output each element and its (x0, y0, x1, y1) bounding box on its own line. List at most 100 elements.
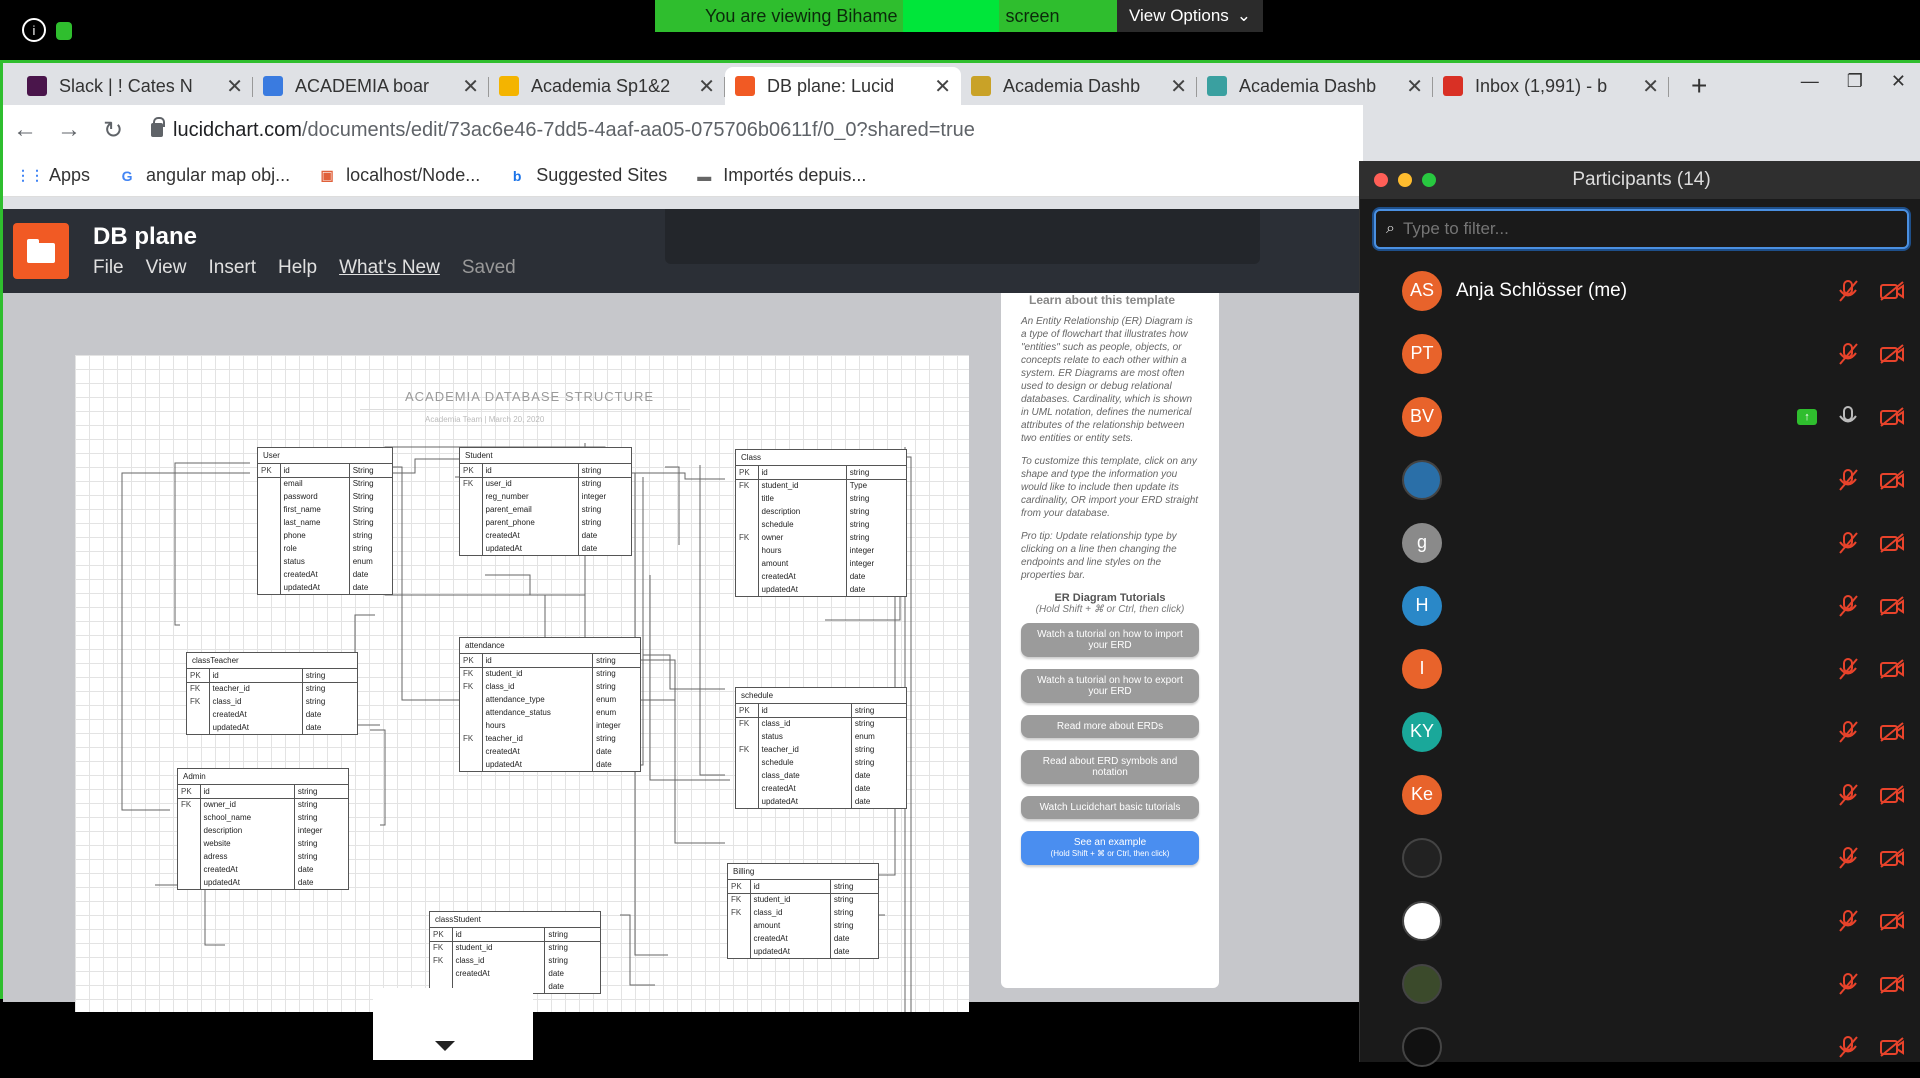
video-off-icon[interactable] (1879, 656, 1905, 682)
entity-row[interactable]: FK student_id string (728, 893, 878, 906)
forward-icon[interactable]: → (47, 116, 91, 144)
entity-row[interactable]: first_name String (258, 503, 392, 516)
entity-row[interactable]: adress string (178, 850, 348, 863)
video-off-icon[interactable] (1879, 593, 1905, 619)
close-tab-icon[interactable]: ✕ (462, 74, 479, 99)
mic-muted-icon[interactable] (1835, 656, 1861, 682)
see-example-button[interactable]: See an example (Hold Shift + ⌘ or Ctrl, … (1021, 831, 1199, 865)
participants-search[interactable]: ⌕ (1374, 209, 1909, 249)
entity-row[interactable]: status enum (736, 730, 906, 743)
import-tutorial-button[interactable]: Watch a tutorial on how to import your E… (1021, 623, 1199, 657)
entity-schedule[interactable]: schedule PK id string FK class_id string status… (735, 687, 907, 809)
participant-row[interactable] (1402, 826, 1920, 889)
entity-row[interactable]: FK student_id string (430, 941, 600, 954)
mic-muted-icon[interactable] (1835, 971, 1861, 997)
mic-muted-icon[interactable] (1835, 845, 1861, 871)
mic-icon[interactable] (1835, 404, 1861, 430)
entity-row[interactable]: FK student_id string (460, 667, 640, 680)
participant-row[interactable]: Ke (1402, 763, 1920, 826)
entity-row[interactable]: updatedAt date (460, 758, 640, 771)
mic-muted-icon[interactable] (1835, 278, 1861, 304)
entity-row[interactable]: hours integer (460, 719, 640, 732)
bookmark-item[interactable]: ▣ localhost/Node... (318, 165, 481, 186)
close-tab-icon[interactable]: ✕ (1642, 74, 1659, 99)
entity-row[interactable]: createdAt date (258, 568, 392, 581)
restore-icon[interactable]: ❐ (1847, 71, 1863, 92)
mic-muted-icon[interactable] (1835, 467, 1861, 493)
video-off-icon[interactable] (1879, 341, 1905, 367)
entity-row[interactable]: createdAt date (736, 782, 906, 795)
entity-row[interactable]: school_name string (178, 811, 348, 824)
entity-row[interactable]: FK owner string (736, 531, 906, 544)
entity-row[interactable]: PK id string (178, 785, 348, 799)
back-icon[interactable]: ← (3, 116, 47, 144)
entity-row[interactable]: hours integer (736, 544, 906, 557)
video-off-icon[interactable] (1879, 971, 1905, 997)
entity-row[interactable]: title string (736, 492, 906, 505)
entity-row[interactable]: FK teacher_id string (460, 732, 640, 745)
entity-row[interactable]: FK user_id string (460, 477, 631, 490)
entity-row[interactable]: amount integer (736, 557, 906, 570)
participant-row[interactable]: PT (1402, 322, 1920, 385)
video-off-icon[interactable] (1879, 467, 1905, 493)
entity-row[interactable]: description integer (178, 824, 348, 837)
video-off-icon[interactable] (1879, 782, 1905, 808)
diagram-page[interactable]: ACADEMIA DATABASE STRUCTURE Academia Tea… (75, 355, 969, 1060)
lock-icon[interactable] (151, 117, 165, 137)
mic-muted-icon[interactable] (1835, 530, 1861, 556)
entity-row[interactable]: FK owner_id string (178, 798, 348, 811)
menu-file[interactable]: File (93, 257, 124, 279)
entity-row[interactable]: parent_email string (460, 503, 631, 516)
entity-row[interactable]: PK id string (460, 654, 640, 668)
participant-filter-input[interactable] (1402, 219, 1783, 239)
browser-tab[interactable]: Academia Dashb ✕ (1197, 67, 1433, 105)
participant-row[interactable] (1402, 1015, 1920, 1078)
entity-row[interactable]: updatedAt date (736, 795, 906, 808)
bookmark-item[interactable]: b Suggested Sites (508, 165, 667, 186)
entity-classstudent[interactable]: classStudent PK id string FK student_id string… (429, 911, 601, 994)
participant-row[interactable]: H (1402, 574, 1920, 637)
browser-tab[interactable]: Slack | ! Cates N ✕ (17, 67, 253, 105)
entity-row[interactable]: attendance_type enum (460, 693, 640, 706)
browser-tab[interactable]: Inbox (1,991) - b ✕ (1433, 67, 1669, 105)
entity-row[interactable]: website string (178, 837, 348, 850)
entity-row[interactable]: FK student_id Type (736, 479, 906, 492)
new-tab-button[interactable]: + (1669, 67, 1729, 105)
entity-class[interactable]: Class PK id string FK student_id Type title stri… (735, 449, 907, 597)
entity-row[interactable]: last_name String (258, 516, 392, 529)
export-tutorial-button[interactable]: Watch a tutorial on how to export your E… (1021, 669, 1199, 703)
bookmark-item[interactable]: ⋮⋮ Apps (16, 165, 90, 186)
reload-icon[interactable]: ↻ (91, 116, 135, 145)
entity-row[interactable]: FK class_id string (430, 954, 600, 967)
entity-user[interactable]: User PK id String email String password String f… (257, 447, 393, 595)
entity-row[interactable]: updatedAt date (736, 583, 906, 596)
mic-muted-icon[interactable] (1835, 719, 1861, 745)
browser-tab[interactable]: Academia Sp1&2 ✕ (489, 67, 725, 105)
close-tab-icon[interactable]: ✕ (1406, 74, 1423, 99)
entity-row[interactable]: parent_phone string (460, 516, 631, 529)
info-icon[interactable]: i (22, 18, 46, 42)
close-tab-icon[interactable]: ✕ (1170, 74, 1187, 99)
entity-row[interactable]: PK id String (258, 464, 392, 478)
entity-row[interactable]: phone string (258, 529, 392, 542)
entity-student[interactable]: Student PK id string FK user_id string reg_numb… (459, 447, 632, 556)
entity-row[interactable]: createdAt date (187, 708, 357, 721)
video-off-icon[interactable] (1879, 278, 1905, 304)
menu-help[interactable]: Help (278, 257, 317, 279)
mic-muted-icon[interactable] (1835, 341, 1861, 367)
entity-row[interactable]: PK id string (187, 669, 357, 683)
document-title[interactable]: DB plane (93, 223, 197, 251)
entity-row[interactable]: description string (736, 505, 906, 518)
bookmark-item[interactable]: ▬ Importés depuis... (695, 165, 866, 186)
entity-row[interactable]: PK id string (736, 466, 906, 480)
entity-row[interactable]: role string (258, 542, 392, 555)
participant-row[interactable] (1402, 889, 1920, 952)
video-off-icon[interactable] (1879, 530, 1905, 556)
entity-row[interactable]: amount string (728, 919, 878, 932)
menu-insert[interactable]: Insert (208, 257, 256, 279)
entity-row[interactable]: FK teacher_id string (187, 682, 357, 695)
lucidchart-logo-icon[interactable] (13, 223, 69, 279)
close-window-icon[interactable]: ✕ (1891, 71, 1906, 92)
entity-row[interactable]: createdAt date (460, 529, 631, 542)
participant-row[interactable]: KY (1402, 700, 1920, 763)
